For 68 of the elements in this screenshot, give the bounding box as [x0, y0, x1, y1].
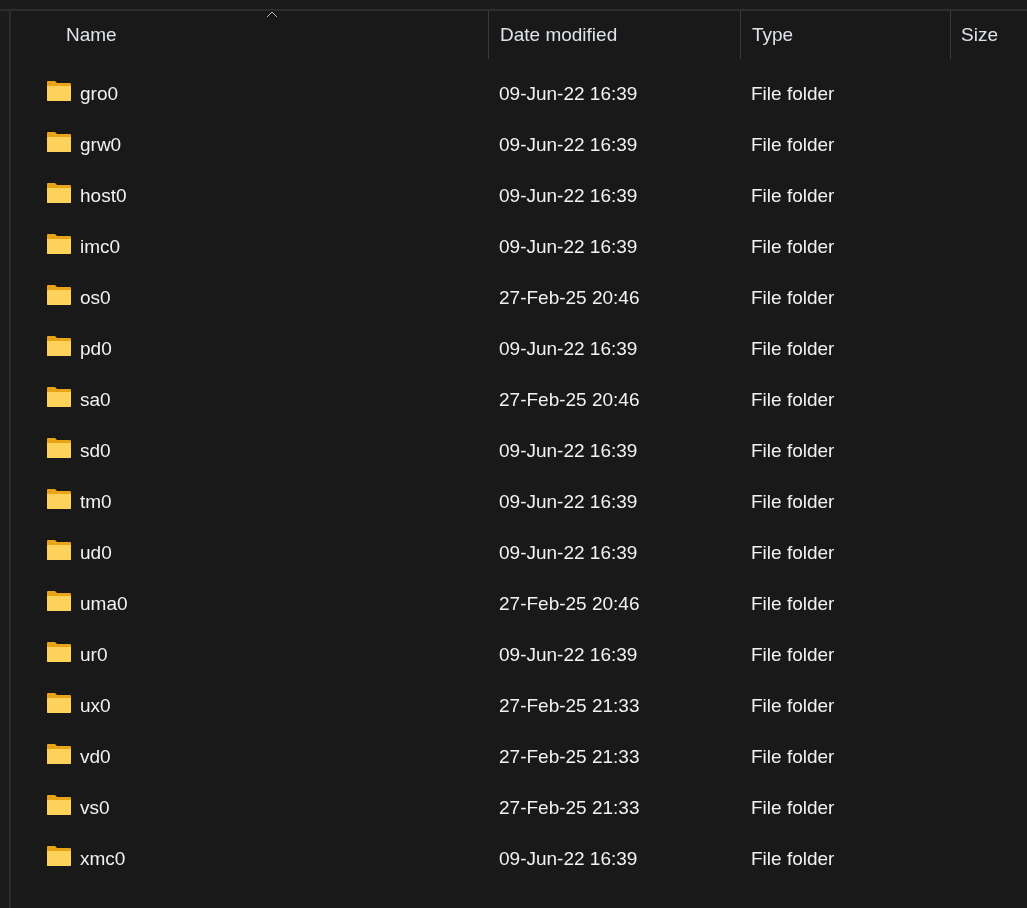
date-modified: 09-Jun-22 16:39	[499, 643, 638, 666]
date-modified: 27-Feb-25 20:46	[499, 286, 640, 309]
file-name[interactable]: host0	[80, 184, 127, 207]
file-type: File folder	[751, 337, 835, 360]
folder-icon	[46, 79, 72, 102]
file-type: File folder	[751, 541, 835, 564]
file-type: File folder	[751, 694, 835, 717]
file-name[interactable]: pd0	[80, 337, 112, 360]
file-name[interactable]: uma0	[80, 592, 128, 615]
file-name[interactable]: ud0	[80, 541, 112, 564]
date-modified: 09-Jun-22 16:39	[499, 847, 638, 870]
column-header[interactable]: Type	[752, 24, 794, 46]
column-header[interactable]: Name	[66, 24, 117, 46]
file-type: File folder	[751, 490, 835, 513]
folder-icon	[46, 130, 72, 153]
folder-icon	[46, 793, 72, 816]
folder-icon	[46, 742, 72, 765]
date-modified: 09-Jun-22 16:39	[499, 184, 638, 207]
date-modified: 09-Jun-22 16:39	[499, 82, 638, 105]
file-type: File folder	[751, 388, 835, 411]
file-type: File folder	[751, 796, 835, 819]
file-name[interactable]: grw0	[80, 133, 122, 156]
file-name[interactable]: xmc0	[80, 847, 126, 870]
file-type: File folder	[751, 745, 835, 768]
date-modified: 09-Jun-22 16:39	[499, 337, 638, 360]
date-modified: 09-Jun-22 16:39	[499, 490, 638, 513]
file-name[interactable]: sa0	[80, 388, 111, 411]
file-name[interactable]: vs0	[80, 796, 110, 819]
file-type: File folder	[751, 592, 835, 615]
file-type: File folder	[751, 286, 835, 309]
file-name[interactable]: tm0	[80, 490, 112, 513]
file-type: File folder	[751, 133, 835, 156]
folder-icon	[46, 487, 72, 510]
file-type: File folder	[751, 184, 835, 207]
folder-icon	[46, 436, 72, 459]
file-type: File folder	[751, 235, 835, 258]
date-modified: 27-Feb-25 21:33	[499, 694, 640, 717]
date-modified: 09-Jun-22 16:39	[499, 439, 638, 462]
file-name[interactable]: ur0	[80, 643, 108, 666]
column-header[interactable]: Date modified	[500, 24, 618, 46]
file-type: File folder	[751, 643, 835, 666]
file-name[interactable]: gro0	[80, 82, 119, 105]
date-modified: 27-Feb-25 21:33	[499, 796, 640, 819]
folder-icon	[46, 538, 72, 561]
folder-icon	[46, 640, 72, 663]
file-type: File folder	[751, 847, 835, 870]
folder-icon	[46, 691, 72, 714]
file-type: File folder	[751, 439, 835, 462]
date-modified: 09-Jun-22 16:39	[499, 235, 638, 258]
date-modified: 09-Jun-22 16:39	[499, 133, 638, 156]
folder-icon	[46, 283, 72, 306]
file-name[interactable]: imc0	[80, 235, 121, 258]
date-modified: 09-Jun-22 16:39	[499, 541, 638, 564]
date-modified: 27-Feb-25 20:46	[499, 388, 640, 411]
file-name[interactable]: ux0	[80, 694, 111, 717]
date-modified: 27-Feb-25 21:33	[499, 745, 640, 768]
folder-icon	[46, 334, 72, 357]
folder-icon	[46, 385, 72, 408]
folder-icon	[46, 181, 72, 204]
file-type: File folder	[751, 82, 835, 105]
folder-icon	[46, 589, 72, 612]
folder-icon	[46, 232, 72, 255]
folder-icon	[46, 844, 72, 867]
date-modified: 27-Feb-25 20:46	[499, 592, 640, 615]
file-name[interactable]: vd0	[80, 745, 111, 768]
file-name[interactable]: sd0	[80, 439, 111, 462]
file-name[interactable]: os0	[80, 286, 111, 309]
column-header[interactable]: Size	[961, 24, 998, 46]
